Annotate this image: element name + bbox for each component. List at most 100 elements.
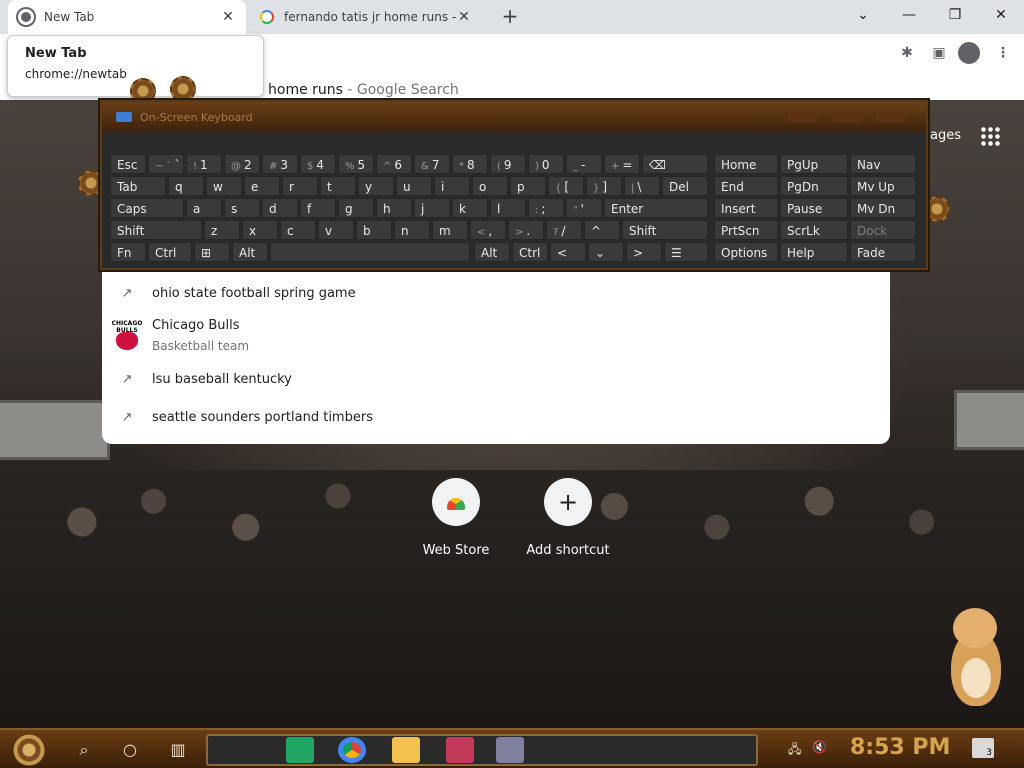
apps-grid-icon[interactable] [980, 126, 1000, 146]
osk-key[interactable]: Nav [850, 154, 916, 174]
search-icon[interactable]: ⌕ [72, 738, 96, 762]
osk-key[interactable]: ⊞ [194, 242, 230, 262]
osk-key[interactable]: r [282, 176, 318, 196]
extensions-icon[interactable]: ✱ [896, 42, 918, 64]
osk-key[interactable]: Home [714, 154, 778, 174]
osk-key[interactable]: c [280, 220, 316, 240]
cortana-icon[interactable]: ○ [118, 738, 142, 762]
chrome-app-icon[interactable] [338, 737, 366, 763]
osk-key[interactable]: Shift [110, 220, 202, 240]
osk-minimize-button[interactable] [788, 112, 818, 122]
osk-title-bar[interactable]: On-Screen Keyboard [102, 102, 926, 132]
osk-key[interactable]: ~ ` ` ~ [148, 154, 194, 174]
suggestion-item[interactable]: ↗ ohio state football spring game [102, 276, 890, 310]
osk-key[interactable]: ^ 6 [376, 154, 412, 174]
osk-key[interactable]: > [626, 242, 662, 262]
osk-key[interactable]: o [472, 176, 508, 196]
osk-key[interactable]: @2 [224, 154, 260, 174]
osk-close-button[interactable] [876, 112, 906, 122]
osk-key[interactable]: x [242, 220, 278, 240]
osk-key[interactable]: {[ [548, 176, 584, 196]
osk-key[interactable]: }] [586, 176, 622, 196]
osk-key[interactable]: n [394, 220, 430, 240]
on-screen-keyboard[interactable]: On-Screen Keyboard Esc ~ ` ` ~! 1 @2 #3 $4% 5 ^ 6… [100, 100, 928, 270]
osk-key[interactable]: y [358, 176, 394, 196]
osk-key[interactable]: (9 [490, 154, 526, 174]
osk-key[interactable]: ! 1 [186, 154, 222, 174]
osk-key[interactable]: PrtScn [714, 220, 778, 240]
osk-key[interactable]: u [396, 176, 432, 196]
osk-key[interactable]: f [300, 198, 336, 218]
osk-key[interactable]: i [434, 176, 470, 196]
clock[interactable]: 8:53 PM [850, 735, 950, 760]
osk-key[interactable]: h [376, 198, 412, 218]
osk-key[interactable]: Mv Up [850, 176, 916, 196]
osk-key[interactable]: Fade [850, 242, 916, 262]
omnibox-suggestion[interactable]: home runs - Google Search [268, 82, 459, 98]
osk-key[interactable]: d [262, 198, 298, 218]
app-icon[interactable] [446, 737, 474, 763]
osk-key[interactable]: ⌄ [588, 242, 624, 262]
osk-key[interactable]: End [714, 176, 778, 196]
tab-search-results[interactable]: fernando tatis jr home runs - G ✕ [250, 0, 482, 34]
osk-key[interactable]: Alt [232, 242, 268, 262]
osk-key[interactable]: Enter [604, 198, 708, 218]
sheets-app-icon[interactable] [286, 737, 314, 763]
osk-key[interactable] [270, 242, 470, 262]
osk-key[interactable]: " ' [566, 198, 602, 218]
osk-key[interactable]: % 5 [338, 154, 374, 174]
new-tab-button[interactable]: + [498, 4, 522, 28]
file-explorer-icon[interactable] [392, 737, 420, 763]
tab-close-icon[interactable]: ✕ [456, 9, 472, 25]
osk-key[interactable]: ^ [584, 220, 620, 240]
minimize-button[interactable]: — [886, 0, 932, 30]
osk-key[interactable]: Alt [474, 242, 510, 262]
osk-key[interactable]: Del [662, 176, 708, 196]
osk-key[interactable]: Esc [110, 154, 146, 174]
osk-key[interactable]: & 7 [414, 154, 450, 174]
osk-key[interactable]: ? / [546, 220, 582, 240]
menu-icon[interactable]: ⋮ [992, 42, 1014, 64]
osk-key[interactable]: Fn [110, 242, 146, 262]
osk-key[interactable]: ) 0 [528, 154, 564, 174]
profile-avatar-icon[interactable] [958, 42, 980, 64]
osk-key[interactable]: Options [714, 242, 778, 262]
suggestion-item[interactable]: ↗ lsu baseball kentucky [102, 362, 890, 396]
side-panel-icon[interactable]: ▣ [928, 42, 950, 64]
osk-key[interactable]: Help [780, 242, 848, 262]
shortcut-web-store[interactable]: Web Store [401, 478, 511, 558]
osk-key[interactable]: Pause [780, 198, 848, 218]
images-link[interactable]: ages [930, 128, 961, 143]
osk-key[interactable]: m [432, 220, 468, 240]
osk-key[interactable]: $4 [300, 154, 336, 174]
osk-key[interactable]: * 8 [452, 154, 488, 174]
osk-key[interactable]: j [414, 198, 450, 218]
suggestion-item[interactable]: ↗ seattle sounders portland timbers [102, 400, 890, 434]
osk-key[interactable]: a [186, 198, 222, 218]
task-view-icon[interactable]: ▥ [166, 738, 190, 762]
osk-key[interactable]: Ctrl [512, 242, 548, 262]
osk-key[interactable]: + = [604, 154, 640, 174]
osk-key[interactable]: q [168, 176, 204, 196]
osk-key[interactable]: s [224, 198, 260, 218]
osk-key[interactable]: k [452, 198, 488, 218]
osk-key[interactable]: Insert [714, 198, 778, 218]
osk-key[interactable]: Dock [850, 220, 916, 240]
tab-search-button[interactable]: ⌄ [840, 0, 886, 30]
osk-key[interactable]: l [490, 198, 526, 218]
osk-maximize-button[interactable] [832, 112, 862, 122]
suggestion-item[interactable]: CHICAGO BULLS Chicago Bulls Basketball t… [102, 312, 890, 358]
osk-key[interactable]: Shift [622, 220, 708, 240]
osk-key[interactable]: z [204, 220, 240, 240]
osk-key[interactable]: ⌫ [642, 154, 708, 174]
volume-muted-icon[interactable]: 🔇 [812, 740, 827, 754]
network-icon[interactable]: 🖧 [788, 740, 801, 761]
osk-app-icon[interactable] [496, 737, 524, 763]
osk-key[interactable]: Mv Dn [850, 198, 916, 218]
osk-key[interactable]: PgUp [780, 154, 848, 174]
osk-key[interactable]: _ - [566, 154, 602, 174]
start-button[interactable] [12, 734, 46, 766]
osk-key[interactable]: <, [470, 220, 506, 240]
osk-key[interactable]: | \ [624, 176, 660, 196]
osk-key[interactable]: v [318, 220, 354, 240]
